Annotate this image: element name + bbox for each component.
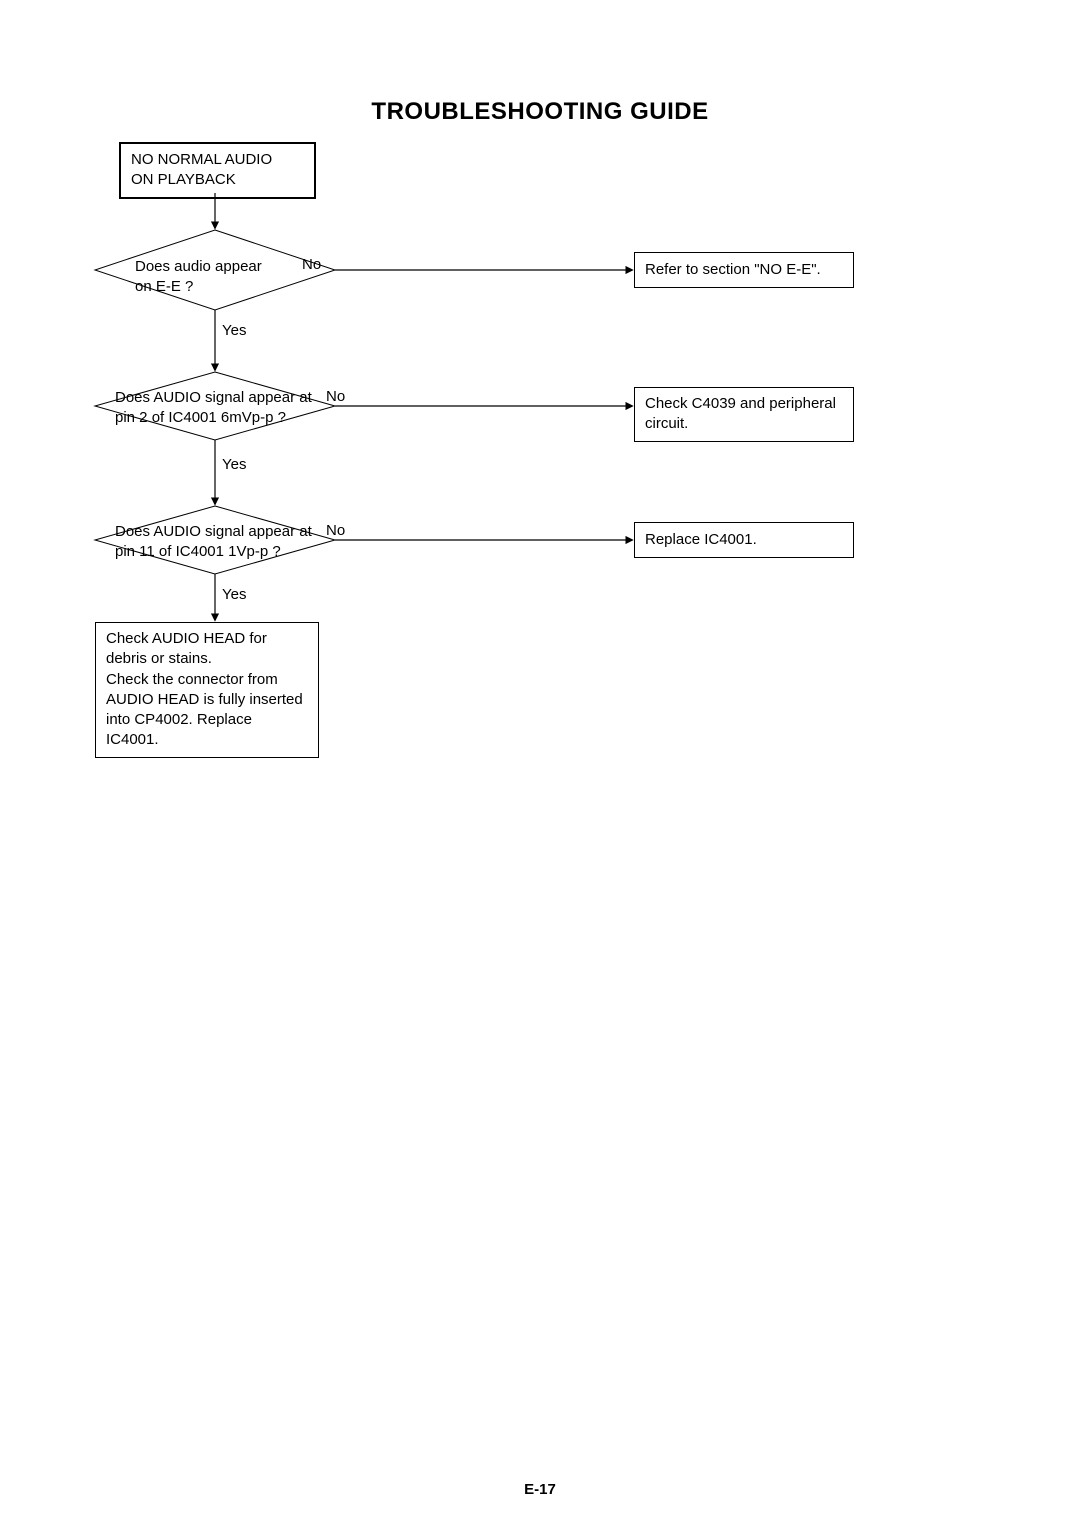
page: TROUBLESHOOTING GUIDE NO NORMAL AUDIO ON… [0, 0, 1080, 1528]
decision-2-line2: pin 2 of IC4001 6mVp-p ? [115, 409, 286, 426]
decision-2-line1: Does AUDIO signal appear at [115, 389, 312, 406]
decision-3-line2: pin 11 of IC4001 1Vp-p ? [115, 543, 281, 560]
page-number: E-17 [0, 1481, 1080, 1498]
decision-1-line1: Does audio appear [135, 258, 262, 275]
connectors [0, 0, 1080, 1528]
decision-2: Does AUDIO signal appear at pin 2 of IC4… [115, 388, 325, 429]
decision-3: Does AUDIO signal appear at pin 11 of IC… [115, 522, 325, 563]
decision-3-line1: Does AUDIO signal appear at [115, 523, 312, 540]
decision-1: Does audio appear on E-E ? [135, 257, 295, 298]
decision-1-line2: on E-E ? [135, 278, 193, 295]
